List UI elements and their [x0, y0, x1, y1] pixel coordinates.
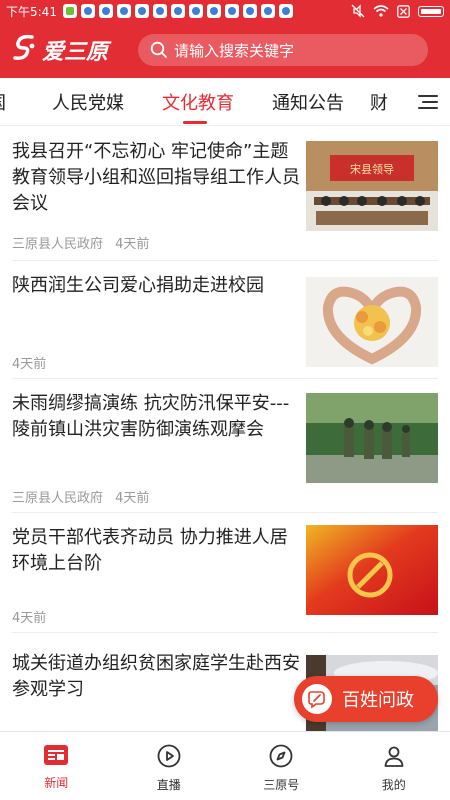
mute-icon: [351, 4, 365, 18]
nav-me[interactable]: 我的: [338, 732, 450, 800]
app-notification-icon: [242, 4, 257, 18]
tab-culture-education[interactable]: 文化教育: [138, 78, 252, 125]
logo-text: 爱三原: [42, 39, 109, 65]
status-time: 下午5:41: [6, 4, 57, 19]
app-notification-icon: [116, 4, 131, 18]
article-item[interactable]: 陕西润生公司爱心捐助走进校园 4天前: [12, 261, 438, 379]
article-time: 4天前: [12, 357, 47, 372]
article-title: 陕西润生公司爱心捐助走进校园: [12, 275, 264, 296]
article-meta: 4天前: [12, 607, 46, 626]
app-notification-icon: [224, 4, 239, 18]
fab-label: 百姓问政: [342, 690, 414, 711]
article-time: 4天前: [115, 237, 150, 252]
article-item[interactable]: 未雨绸缪搞演练 抗灾防汛保平安---陵前镇山洪灾害防御演练观摩会 三原县人民政府…: [12, 379, 438, 513]
search-bar[interactable]: 请输入搜索关键字: [138, 34, 428, 66]
tab-partial-left[interactable]: 国: [0, 78, 20, 125]
edit-chat-icon: [302, 684, 332, 714]
article-title: 党员干部代表齐动员 协力推进人居环境上台阶: [12, 527, 288, 574]
news-icon: [44, 745, 69, 765]
nav-label: 我的: [381, 778, 406, 792]
article-item[interactable]: 党员干部代表齐动员 协力推进人居环境上台阶 4天前: [12, 513, 438, 633]
app-notification-icon: [278, 4, 293, 18]
article-meta: 三原县人民政府 4天前: [12, 233, 149, 252]
app-notification-icon: [152, 4, 167, 18]
article-thumbnail: [306, 277, 438, 367]
channel-menu-button[interactable]: [406, 78, 450, 125]
article-source: 三原县人民政府: [12, 237, 104, 252]
nav-label: 三原号: [263, 778, 300, 792]
article-title: 城关街道办组织贫困家庭学生赴西安参观学习: [12, 653, 300, 700]
nav-label: 新闻: [44, 776, 69, 790]
no-signal-icon: [397, 4, 410, 18]
article-meta: 三原县人民政府 4天前: [12, 487, 149, 506]
article-list: 我县召开“不忘初心 牢记使命”主题教育领导小组和巡回指导组工作人员会议 三原县人…: [0, 127, 450, 731]
wifi-icon: [373, 5, 389, 17]
article-thumbnail: [306, 525, 438, 615]
app-notification-icon: [98, 4, 113, 18]
category-tabs: 国 人民党媒 文化教育 通知公告 财: [0, 78, 450, 126]
compass-icon: [269, 744, 293, 768]
public-inquiry-button[interactable]: 百姓问政: [294, 676, 438, 722]
banner-text: 宋县领导: [350, 162, 394, 176]
bottom-nav: 新闻 直播 三原号 我的: [0, 731, 450, 800]
app-logo: 爱三原: [12, 33, 130, 68]
tab-notices[interactable]: 通知公告: [252, 78, 358, 125]
logo-mark-icon: [12, 33, 38, 68]
app-screen: 下午5:41 爱三原 请输入搜索关键字 人民党媒 文化教育 通知公告 财 我县召…: [0, 0, 450, 800]
app-notification-icon: [206, 4, 221, 18]
nav-sanyuan-hao[interactable]: 三原号: [225, 732, 338, 800]
app-notification-icon: [170, 4, 185, 18]
tab-partial-right[interactable]: 财: [358, 78, 402, 125]
article-time: 4天前: [12, 611, 47, 626]
status-bar: 下午5:41: [0, 0, 450, 22]
person-icon: [384, 746, 404, 767]
article-title: 我县召开“不忘初心 牢记使命”主题教育领导小组和巡回指导组工作人员会议: [12, 141, 300, 214]
app-notification-icon: [260, 4, 275, 18]
search-icon: [150, 41, 167, 58]
search-placeholder: 请输入搜索关键字: [174, 41, 295, 60]
article-item[interactable]: 我县召开“不忘初心 牢记使命”主题教育领导小组和巡回指导组工作人员会议 三原县人…: [12, 127, 438, 261]
app-notification-icon: [134, 4, 149, 18]
article-meta: 4天前: [12, 353, 46, 372]
app-notification-icon: [62, 4, 77, 18]
article-source: 三原县人民政府: [12, 491, 104, 506]
app-notification-icon: [188, 4, 203, 18]
tab-people-party-media[interactable]: 人民党媒: [20, 78, 138, 125]
play-icon: [157, 744, 181, 768]
notification-icons: [62, 4, 293, 18]
battery-icon: [418, 5, 444, 17]
nav-news[interactable]: 新闻: [0, 732, 113, 800]
menu-icon: [418, 95, 438, 109]
nav-label: 直播: [156, 778, 181, 792]
article-thumbnail: 宋县领导: [306, 141, 438, 231]
app-notification-icon: [80, 4, 95, 18]
app-header: 爱三原 请输入搜索关键字: [0, 22, 450, 78]
nav-live[interactable]: 直播: [113, 732, 226, 800]
article-time: 4天前: [115, 491, 150, 506]
article-thumbnail: [306, 393, 438, 483]
article-title: 未雨绸缪搞演练 抗灾防汛保平安---陵前镇山洪灾害防御演练观摩会: [12, 393, 290, 440]
